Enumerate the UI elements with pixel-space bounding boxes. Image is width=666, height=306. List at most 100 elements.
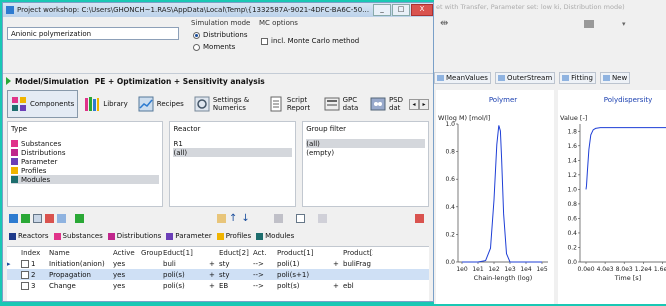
copy-icon[interactable] bbox=[33, 213, 42, 223]
recipes-icon bbox=[138, 96, 154, 112]
col-name[interactable]: Name bbox=[49, 249, 113, 257]
radio-distributions[interactable]: Distributions bbox=[193, 31, 248, 39]
tab-meanvalues[interactable]: MeanValues bbox=[434, 72, 491, 84]
row-active: yes bbox=[113, 270, 126, 279]
type-item-modules[interactable]: Modules bbox=[11, 175, 160, 184]
project-name-input[interactable]: Anionic polymerization bbox=[7, 27, 179, 40]
filter-icon[interactable] bbox=[217, 213, 226, 223]
y-tick-label: 0.4 bbox=[567, 230, 577, 237]
reactors-swatch bbox=[9, 232, 16, 240]
move-down-icon[interactable]: ↓ bbox=[241, 213, 249, 224]
col-educt2[interactable]: Educt[2] bbox=[219, 249, 253, 257]
refresh-icon[interactable] bbox=[75, 213, 84, 223]
recipes-button[interactable]: Recipes bbox=[134, 90, 188, 118]
row-checkbox[interactable] bbox=[21, 270, 29, 279]
y-axis-label: Value [-] bbox=[560, 114, 587, 122]
tab-new[interactable]: New bbox=[599, 72, 631, 84]
x-tick-label: 1e2 bbox=[488, 266, 500, 273]
row-arrow: --> bbox=[253, 281, 264, 290]
move-up-icon[interactable]: ↑ bbox=[229, 213, 237, 224]
table-row[interactable]: 2 Propagation yes poli(s) + sty --> poli… bbox=[7, 269, 429, 280]
col-act[interactable]: Act. bbox=[253, 249, 277, 257]
close-button[interactable]: X bbox=[411, 4, 433, 16]
col-active[interactable]: Active bbox=[113, 249, 141, 257]
script-report-button[interactable]: Script Report bbox=[264, 90, 318, 118]
printer-icon[interactable] bbox=[584, 20, 594, 28]
category-distributions[interactable]: Distributions bbox=[107, 232, 161, 240]
row-checkbox[interactable] bbox=[21, 281, 29, 290]
tab-fitting[interactable]: Fitting bbox=[559, 72, 596, 84]
delete-icon[interactable] bbox=[45, 213, 54, 223]
group-filter-list: Group filter (all) (empty) bbox=[302, 121, 429, 207]
category-label: Substances bbox=[62, 232, 103, 240]
table-row[interactable]: ▸ 1 Initiation(anion) yes buli + sty -->… bbox=[7, 258, 429, 269]
row-name: Initiation(anion) bbox=[49, 259, 105, 268]
row-plus: + bbox=[333, 259, 339, 268]
x-tick-label: 1.2e4 bbox=[635, 266, 652, 273]
divider bbox=[3, 73, 433, 74]
settings-numerics-button[interactable]: Settings & Numerics bbox=[190, 90, 262, 118]
type-item-parameter[interactable]: Parameter bbox=[11, 157, 159, 166]
grid-view-icon[interactable] bbox=[9, 213, 18, 223]
list-icon[interactable] bbox=[317, 213, 327, 223]
reactor-item[interactable]: R1 bbox=[173, 139, 292, 148]
title-bar: Project workshop: C:\Users\GHONCH~1.RAS\… bbox=[3, 3, 433, 17]
dropdown-icon[interactable]: ▾ bbox=[622, 20, 626, 28]
modules-grid: Index Name Active Group Educt[1] Educt[2… bbox=[7, 246, 429, 301]
col-product1[interactable]: Product[1] bbox=[277, 249, 333, 257]
gpc-data-button[interactable]: GPC data bbox=[320, 90, 364, 118]
category-profiles[interactable]: Profiles bbox=[216, 232, 251, 240]
check-icon[interactable] bbox=[295, 213, 305, 223]
scroll-right-icon[interactable]: ▸ bbox=[419, 98, 429, 110]
results-title: et with Transfer, Parameter set: low ki,… bbox=[436, 3, 625, 11]
tab-pe-optimization[interactable]: PE + Optimization + Sensitivity analysis bbox=[95, 77, 265, 86]
maximize-button[interactable]: □ bbox=[392, 4, 410, 16]
project-header: Anionic polymerization Simulation mode D… bbox=[7, 19, 429, 71]
edit-icon[interactable] bbox=[57, 213, 66, 223]
group-filter-item[interactable]: (empty) bbox=[306, 148, 425, 157]
type-item-distributions[interactable]: Distributions bbox=[11, 148, 159, 157]
gpc-data-label: GPC data bbox=[342, 96, 359, 112]
col-group[interactable]: Group bbox=[141, 249, 163, 257]
radio-moments[interactable]: Moments bbox=[193, 43, 235, 51]
modules-swatch bbox=[256, 232, 264, 240]
type-item-label: Substances bbox=[21, 139, 62, 148]
components-button[interactable]: Components bbox=[7, 90, 79, 118]
category-label: Reactors bbox=[18, 232, 49, 240]
monte-carlo-checkbox[interactable]: incl. Monte Carlo method bbox=[261, 37, 359, 45]
minimize-button[interactable]: _ bbox=[373, 4, 391, 16]
grid-icon bbox=[437, 75, 444, 81]
type-item-substances[interactable]: Substances bbox=[11, 139, 159, 148]
modules-swatch bbox=[11, 176, 18, 183]
type-item-label: Distributions bbox=[21, 148, 66, 157]
library-button[interactable]: Library bbox=[80, 90, 131, 118]
col-product2[interactable]: Product[2] bbox=[343, 249, 373, 257]
app-icon bbox=[6, 6, 14, 14]
category-parameter[interactable]: Parameter bbox=[166, 232, 212, 240]
type-item-profiles[interactable]: Profiles bbox=[11, 166, 159, 175]
table-row[interactable]: 3 Change yes poli(s) + EB --> polt(s) + … bbox=[7, 280, 429, 291]
profiles-swatch bbox=[11, 167, 18, 174]
category-modules[interactable]: Modules bbox=[256, 232, 294, 240]
scroll-left-icon[interactable]: ◂ bbox=[409, 98, 419, 110]
category-reactors[interactable]: Reactors bbox=[9, 232, 49, 240]
group-filter-item[interactable]: (all) bbox=[306, 139, 425, 148]
row-educt2: sty bbox=[219, 259, 230, 268]
tab-outerstream[interactable]: OuterStream bbox=[494, 72, 556, 84]
row-checkbox[interactable] bbox=[21, 259, 29, 268]
reactor-item[interactable]: (all) bbox=[173, 148, 293, 157]
col-index[interactable]: Index bbox=[21, 249, 49, 257]
pin-icon[interactable]: ⇹ bbox=[440, 18, 448, 29]
main-window: Project workshop: C:\Users\GHONCH~1.RAS\… bbox=[2, 2, 434, 302]
row-arrow: --> bbox=[253, 270, 264, 279]
remove-icon[interactable] bbox=[415, 213, 424, 223]
chart-title: Polydispersity bbox=[604, 96, 652, 104]
col-educt1[interactable]: Educt[1] bbox=[163, 249, 209, 257]
export-icon[interactable] bbox=[273, 213, 283, 223]
add-icon[interactable] bbox=[21, 213, 30, 223]
psd-data-button[interactable]: PSD dat bbox=[366, 90, 407, 118]
tab-label: New bbox=[611, 74, 628, 82]
type-item-label: Modules bbox=[21, 175, 51, 184]
category-substances[interactable]: Substances bbox=[53, 232, 103, 240]
tab-model-simulation[interactable]: Model/Simulation bbox=[15, 77, 89, 86]
